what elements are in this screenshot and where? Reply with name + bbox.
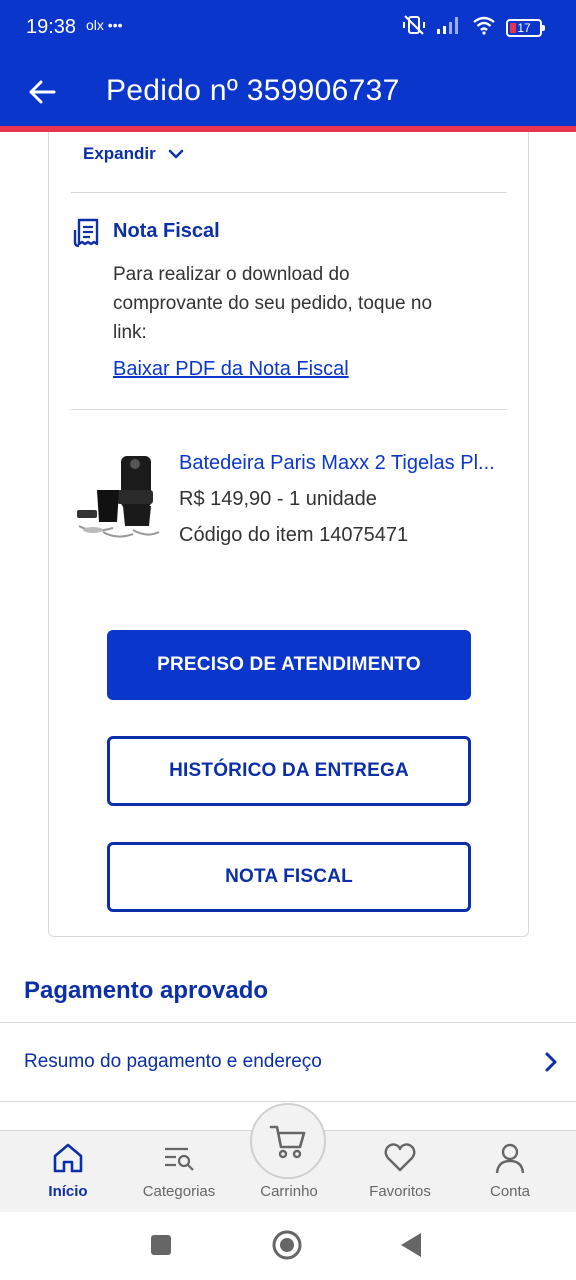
nota-fiscal-description: Para realizar o download do comprovante … [113, 264, 433, 343]
wifi-icon [472, 15, 496, 40]
status-time: 19:38 [26, 16, 77, 38]
arrow-left-icon [29, 80, 56, 104]
nav-label: Categorias [142, 1183, 216, 1200]
order-card: Expandir Nota Fiscal Para realizar o dow… [48, 132, 529, 937]
nav-item-carrinho[interactable]: Carrinho [234, 1131, 344, 1213]
nav-item-inicio[interactable]: Início [13, 1131, 123, 1213]
status-bar: 19:38 olx ••• 17 [0, 0, 576, 56]
nota-fiscal-title: Nota Fiscal [113, 220, 220, 242]
bottom-navigation: Início Categorias Carrinho Favoritos Con… [0, 1103, 576, 1213]
product-price: R$ 149,90 - 1 unidade [179, 488, 377, 510]
payment-summary-row[interactable]: Resumo do pagamento e endereço [0, 1022, 576, 1102]
categories-icon [124, 1141, 234, 1175]
divider [71, 409, 507, 410]
nav-label: Início [48, 1183, 88, 1200]
back-nav-button[interactable] [400, 1232, 422, 1263]
nav-label: Carrinho [260, 1183, 318, 1200]
download-invoice-link[interactable]: Baixar PDF da Nota Fiscal [113, 358, 349, 381]
heart-icon [345, 1141, 455, 1175]
chevron-down-icon [168, 149, 183, 159]
nav-item-categorias[interactable]: Categorias [124, 1131, 234, 1213]
battery-level: 17 [517, 20, 531, 35]
receipt-icon [73, 218, 101, 253]
chevron-right-icon [544, 1051, 558, 1078]
divider [71, 192, 507, 193]
status-notifications: olx ••• [86, 17, 123, 33]
expand-label: Expandir [83, 144, 156, 163]
system-navigation-bar [0, 1212, 576, 1280]
mute-vibrate-icon [402, 14, 426, 41]
expand-button[interactable]: Expandir [83, 144, 184, 164]
product-name-link[interactable]: Batedeira Paris Maxx 2 Tigelas Pl... [179, 452, 509, 475]
nav-item-favoritos[interactable]: Favoritos [345, 1131, 455, 1213]
payment-summary-label: Resumo do pagamento e endereço [24, 1051, 322, 1072]
invoice-button[interactable]: NOTA FISCAL [107, 842, 471, 912]
status-icons: 17 [402, 14, 545, 41]
app-header: Pedido nº 359906737 [0, 56, 576, 132]
home-button[interactable] [271, 1229, 303, 1266]
nav-item-conta[interactable]: Conta [455, 1131, 565, 1213]
signal-icon [436, 15, 462, 40]
recent-apps-button[interactable] [150, 1234, 172, 1261]
nav-label: Favoritos [369, 1183, 431, 1200]
battery-icon: 17 [506, 18, 545, 37]
back-button[interactable] [22, 72, 62, 112]
payment-status-title: Pagamento aprovado [24, 977, 269, 1004]
user-icon [455, 1141, 565, 1175]
home-icon [13, 1141, 123, 1175]
support-button[interactable]: PRECISO DE ATENDIMENTO [107, 630, 471, 700]
product-code: Código do item 14075471 [179, 524, 409, 546]
nav-label: Conta [489, 1183, 531, 1200]
product-image[interactable] [73, 450, 163, 542]
page-title: Pedido nº 359906737 [106, 74, 400, 107]
delivery-history-button[interactable]: HISTÓRICO DA ENTREGA [107, 736, 471, 806]
